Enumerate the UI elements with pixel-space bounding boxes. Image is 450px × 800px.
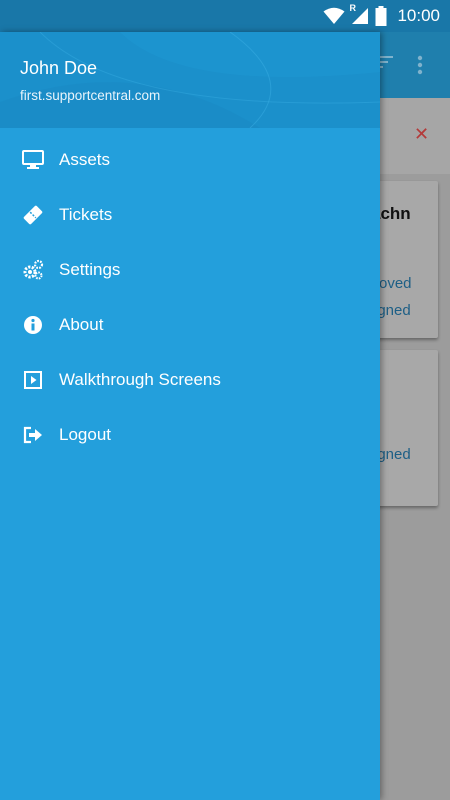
monitor-icon: [21, 149, 45, 171]
menu-item-settings[interactable]: Settings: [0, 242, 380, 297]
more-vert-icon[interactable]: [417, 55, 423, 75]
play-icon: [21, 369, 45, 391]
status-icons: R 10:00: [323, 3, 440, 27]
logout-icon: [21, 424, 45, 446]
menu-item-label: Walkthrough Screens: [59, 369, 221, 389]
navigation-drawer: John Doe first.supportcentral.com Assets…: [0, 32, 380, 800]
user-name: John Doe: [20, 58, 98, 78]
info-icon: [21, 314, 45, 336]
drawer-menu: Assets Tickets Settings About Walkthroug…: [0, 132, 380, 462]
signal-icon: R: [349, 3, 369, 25]
menu-item-label: About: [59, 314, 104, 334]
menu-item-about[interactable]: About: [0, 297, 380, 352]
roaming-badge: R: [349, 3, 356, 13]
status-time: 10:00: [397, 6, 440, 25]
menu-item-tickets[interactable]: Tickets: [0, 187, 380, 242]
gears-icon: [21, 259, 45, 281]
wifi-icon: [323, 7, 345, 24]
battery-icon: [375, 6, 387, 26]
menu-item-label: Logout: [59, 424, 111, 444]
header-decoration: [0, 32, 380, 128]
menu-item-label: Settings: [59, 259, 121, 279]
status-bar: R 10:00: [0, 0, 450, 32]
close-icon[interactable]: ✕: [414, 124, 429, 145]
menu-item-label: Tickets: [59, 204, 113, 224]
ticket-icon: [21, 204, 45, 226]
menu-item-label: Assets: [59, 149, 111, 169]
menu-item-logout[interactable]: Logout: [0, 407, 380, 462]
user-url: first.supportcentral.com: [20, 88, 161, 103]
menu-item-assets[interactable]: Assets: [0, 132, 380, 187]
drawer-header: John Doe first.supportcentral.com: [0, 32, 380, 128]
menu-item-walkthrough[interactable]: Walkthrough Screens: [0, 352, 380, 407]
